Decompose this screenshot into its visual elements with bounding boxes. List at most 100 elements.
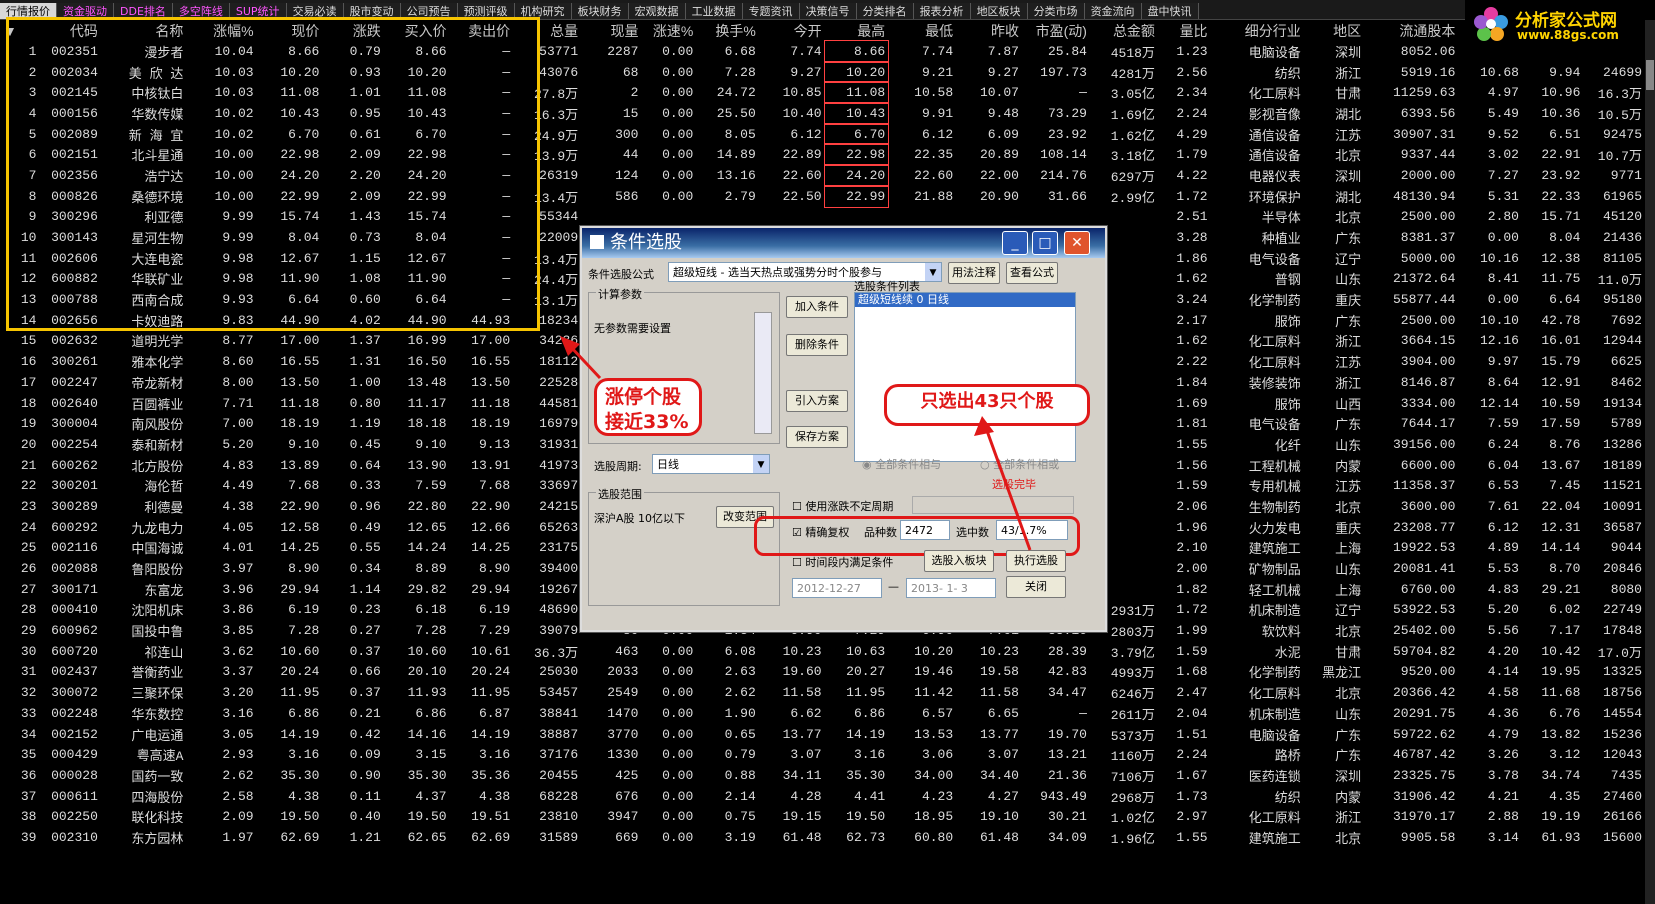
table-cell: 18756	[1602, 685, 1642, 701]
table-row[interactable]: 39 002310 东方园林 1.97 62.69 1.21 62.65 62.69 31589…	[0, 827, 1645, 848]
table-cell: 甘肃	[1335, 87, 1362, 103]
table-cell: 2.63	[724, 664, 756, 680]
column-header[interactable]: 地区	[1304, 20, 1364, 41]
params-group-label: 计算参数	[596, 286, 644, 302]
tab-17[interactable]: 地区板块	[970, 3, 1028, 19]
column-header[interactable]: 总金额	[1090, 20, 1158, 41]
table-cell: 9.52	[1487, 126, 1519, 142]
table-cell: 29	[20, 623, 37, 639]
column-header[interactable]: 换手%	[696, 20, 759, 41]
table-cell: 44	[622, 147, 639, 163]
table-cell: 深圳	[1335, 769, 1362, 785]
table-row[interactable]: 38 002250 联化科技 2.09 19.50 0.40 19.50 19.51 23810…	[0, 806, 1645, 827]
table-cell: 1.21	[349, 829, 381, 845]
table-cell	[641, 207, 696, 228]
table-cell: 火力发电	[1248, 521, 1301, 537]
table-row[interactable]: 34 002152 广电运通 3.05 14.19 0.42 14.16 14.19 38887…	[0, 724, 1645, 745]
table-cell: 197.73	[1040, 64, 1087, 80]
column-header[interactable]: 昨收	[956, 20, 1022, 41]
table-cell: 3.62	[222, 643, 254, 659]
table-cell: 13.50	[280, 374, 320, 390]
condition-list-item[interactable]: 超级短线续 0 日线	[855, 293, 1075, 307]
table-cell: 669	[615, 829, 639, 845]
table-cell: 25402.00	[1392, 623, 1456, 639]
minimize-icon[interactable]: _	[1002, 231, 1028, 255]
add-condition-button[interactable]: 加入条件	[786, 296, 848, 318]
column-header[interactable]	[1522, 20, 1583, 41]
table-cell: 0.37	[349, 643, 381, 659]
table-cell: 4.38	[222, 498, 254, 514]
column-header[interactable]: 流通股本	[1364, 20, 1458, 41]
table-row[interactable]: 30 600720 祁连山 3.62 10.60 0.37 10.60 10.61 36.3万 4…	[0, 641, 1645, 662]
table-cell: 34.40	[979, 767, 1019, 783]
table-cell: 浙江	[1335, 66, 1362, 82]
table-cell: 19.58	[979, 664, 1019, 680]
table-cell: 6.12	[921, 126, 954, 142]
table-cell: 34	[20, 726, 37, 742]
scroll-thumb[interactable]	[1646, 60, 1654, 90]
table-cell: 28	[20, 602, 37, 618]
column-header[interactable]: 最高	[825, 20, 889, 41]
tab-20[interactable]: 盘中快讯	[1141, 3, 1199, 19]
table-cell: 通信设备	[1248, 128, 1301, 144]
table-row[interactable]: 32 300072 三聚环保 3.20 11.95 0.37 11.93 11.95 53457…	[0, 682, 1645, 703]
chevron-down-icon[interactable]: ▼	[925, 263, 941, 281]
table-row[interactable]: 36 000028 国药一致 2.62 35.30 0.90 35.30 35.36 20455…	[0, 765, 1645, 786]
column-header[interactable]	[1458, 20, 1522, 41]
table-cell: 泰和新材	[131, 438, 184, 454]
table-cell: 4281万	[1110, 66, 1155, 82]
table-cell: 20081.41	[1392, 561, 1456, 577]
usage-button[interactable]: 用法注释	[948, 262, 1000, 284]
column-header[interactable]: 涨速%	[641, 20, 696, 41]
table-row[interactable]: 35 000429 粤高速A 2.93 3.16 0.09 3.15 3.16 37176 133…	[0, 744, 1645, 765]
table-cell: 1.55	[1176, 829, 1208, 845]
table-cell: 10.40	[782, 105, 822, 121]
table-cell: 10.7万	[1597, 149, 1642, 165]
table-cell: 002632	[51, 333, 98, 349]
table-cell: 7.29	[478, 623, 511, 639]
table-row[interactable]: 31 002437 誉衡药业 3.37 20.24 0.66 20.10 20.24 25030…	[0, 662, 1645, 683]
table-cell: 5789	[1610, 416, 1642, 432]
column-header[interactable]: 今开	[759, 20, 825, 41]
table-cell: 10.07	[979, 85, 1019, 101]
table-cell: 6.19	[478, 602, 511, 618]
table-cell: 服饰	[1274, 397, 1301, 413]
vertical-scrollbar[interactable]	[1645, 20, 1655, 904]
view-formula-button[interactable]: 查看公式	[1006, 262, 1058, 284]
table-cell	[825, 207, 889, 228]
tab-14[interactable]: 决策信号	[799, 3, 857, 19]
tab-18[interactable]: 分类市场	[1027, 3, 1085, 19]
column-header[interactable]: 最低	[888, 20, 956, 41]
table-cell: 化工原料	[1248, 687, 1301, 703]
table-cell: 3.18亿	[1110, 149, 1155, 165]
column-header[interactable]: 市盈(动)	[1022, 20, 1090, 41]
table-cell: 0.00	[662, 643, 694, 659]
column-header[interactable]: 现量	[581, 20, 641, 41]
table-cell: 电气设备	[1248, 418, 1301, 434]
tab-13[interactable]: 专题资讯	[742, 3, 800, 19]
table-cell: 13286	[1602, 436, 1642, 452]
table-cell: 15236	[1602, 726, 1642, 742]
table-cell: 3947	[607, 809, 639, 825]
column-header[interactable]: 量比	[1158, 20, 1211, 41]
table-cell: 8052.06	[1400, 43, 1456, 59]
tab-16[interactable]: 报表分析	[913, 3, 971, 19]
table-cell: 8.90	[288, 561, 320, 577]
table-cell: 1.59	[1176, 643, 1208, 659]
maximize-icon[interactable]: □	[1032, 231, 1058, 255]
table-cell: 3.16	[478, 747, 511, 763]
table-cell: 48130.94	[1392, 188, 1456, 204]
tab-12[interactable]: 工业数据	[685, 3, 743, 19]
table-row[interactable]: 37 000611 四海股份 2.58 4.38 0.11 4.37 4.38 68228 676…	[0, 786, 1645, 807]
tab-10[interactable]: 板块财务	[571, 3, 629, 19]
table-cell: 3770	[607, 726, 639, 742]
tab-15[interactable]: 分类排名	[856, 3, 914, 19]
date-to-field[interactable]: 2013- 1- 3	[906, 578, 996, 598]
column-header[interactable]: 细分行业	[1211, 20, 1304, 41]
date-from-field[interactable]: 2012-12-27	[792, 578, 882, 598]
tab-11[interactable]: 宏观数据	[628, 3, 686, 19]
table-cell: 18189	[1602, 457, 1642, 473]
tab-19[interactable]: 资金流向	[1084, 3, 1142, 19]
close-icon[interactable]: ✕	[1064, 231, 1090, 255]
table-row[interactable]: 33 002248 华东数控 3.16 6.86 0.21 6.86 6.87 38841 147…	[0, 703, 1645, 724]
